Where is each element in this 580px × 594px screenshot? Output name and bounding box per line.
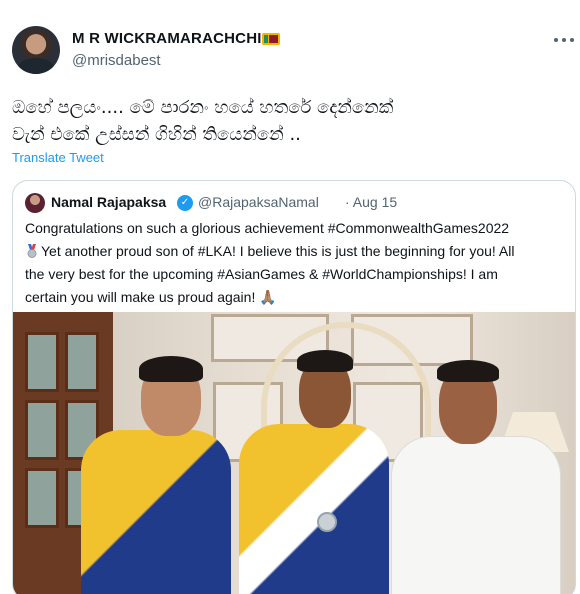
tweet-text-line: ඔහේ පලයං.... මේ පාරනං හයේ හතරේ දෙන්නෙක් [12, 97, 394, 118]
quoted-tweet-photo[interactable] [13, 312, 575, 594]
quoted-author-name[interactable]: Namal Rajapaksa [51, 194, 166, 210]
quoted-tweet-card[interactable]: Namal Rajapaksa ✓ @RajapaksaNamal · Aug … [12, 180, 576, 594]
quoted-text-line: the very best for the upcoming #AsianGam… [25, 266, 498, 282]
quoted-author-handle[interactable]: @RajapaksaNamal [198, 194, 319, 210]
quoted-author-avatar[interactable] [25, 193, 45, 213]
quoted-text-line: certain you will make us proud again! 🙏🏽 [25, 289, 277, 305]
tweet: M R WICKRAMARACHCHI @mrisdabest ඔහේ පලයං… [0, 0, 580, 594]
author-name[interactable]: M R WICKRAMARACHCHI [72, 30, 262, 47]
tweet-text: ඔහේ පලයං.... මේ පාරනං හයේ හතරේ දෙන්නෙක් … [12, 94, 572, 148]
more-icon[interactable] [554, 30, 574, 50]
author-handle[interactable]: @mrisdabest [72, 52, 161, 69]
author-avatar[interactable] [12, 26, 60, 74]
medal [317, 512, 337, 532]
quoted-text-line: Yet another proud son of #LKA! I believe… [41, 243, 515, 259]
quoted-tweet-text: Congratulations on such a glorious achie… [25, 217, 570, 309]
silver-medal-icon [27, 244, 37, 258]
quoted-text-line: Congratulations on such a glorious achie… [25, 220, 510, 236]
translate-tweet-link[interactable]: Translate Tweet [12, 150, 104, 165]
quoted-text-line-2: Yet another proud son of #LKA! I believe… [25, 240, 570, 263]
verified-badge-icon: ✓ [177, 195, 193, 211]
tweet-text-line: වැන් එකේ උස්සන් ගිහින් තියෙන්නේ .. [12, 124, 301, 145]
sri-lanka-flag-icon [262, 33, 280, 45]
quoted-tweet-date[interactable]: · Aug 15 [345, 194, 397, 210]
